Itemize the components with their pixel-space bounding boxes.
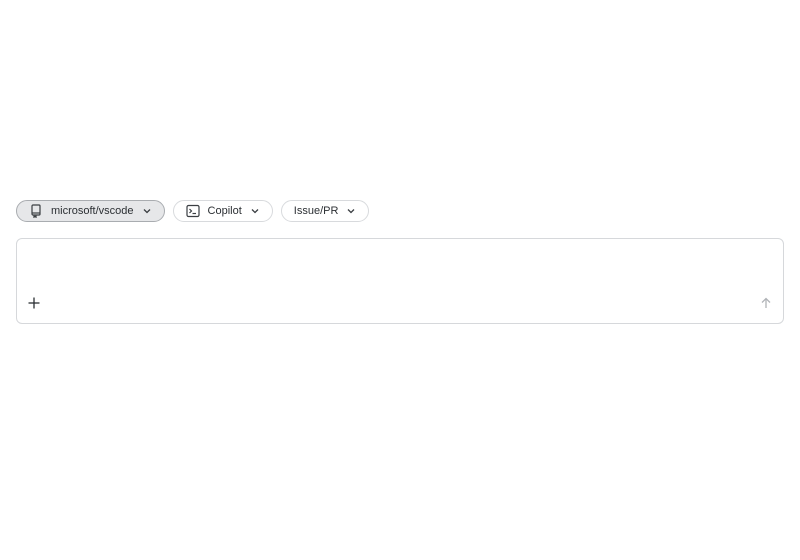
chevron-down-icon (250, 206, 260, 216)
composer-toolbar: microsoft/vscode Copilot Issue/PR (16, 200, 370, 222)
terminal-icon (185, 204, 200, 218)
agent-selector-label: Copilot (207, 205, 242, 217)
prompt-input[interactable] (27, 247, 771, 295)
chevron-down-icon (346, 206, 356, 216)
repo-selector-label: microsoft/vscode (51, 205, 134, 217)
prompt-composer (16, 238, 784, 324)
arrow-up-icon (760, 296, 772, 314)
type-selector-label: Issue/PR (293, 205, 339, 217)
add-attachment-button[interactable] (25, 296, 43, 314)
repo-icon (29, 204, 43, 218)
type-selector-chip[interactable]: Issue/PR (280, 200, 370, 222)
plus-icon (27, 296, 41, 315)
repo-selector-chip[interactable]: microsoft/vscode (16, 200, 165, 222)
page: microsoft/vscode Copilot Issue/PR (0, 0, 800, 560)
agent-selector-chip[interactable]: Copilot (172, 200, 273, 222)
chevron-down-icon (142, 206, 152, 216)
send-button[interactable] (757, 296, 775, 314)
